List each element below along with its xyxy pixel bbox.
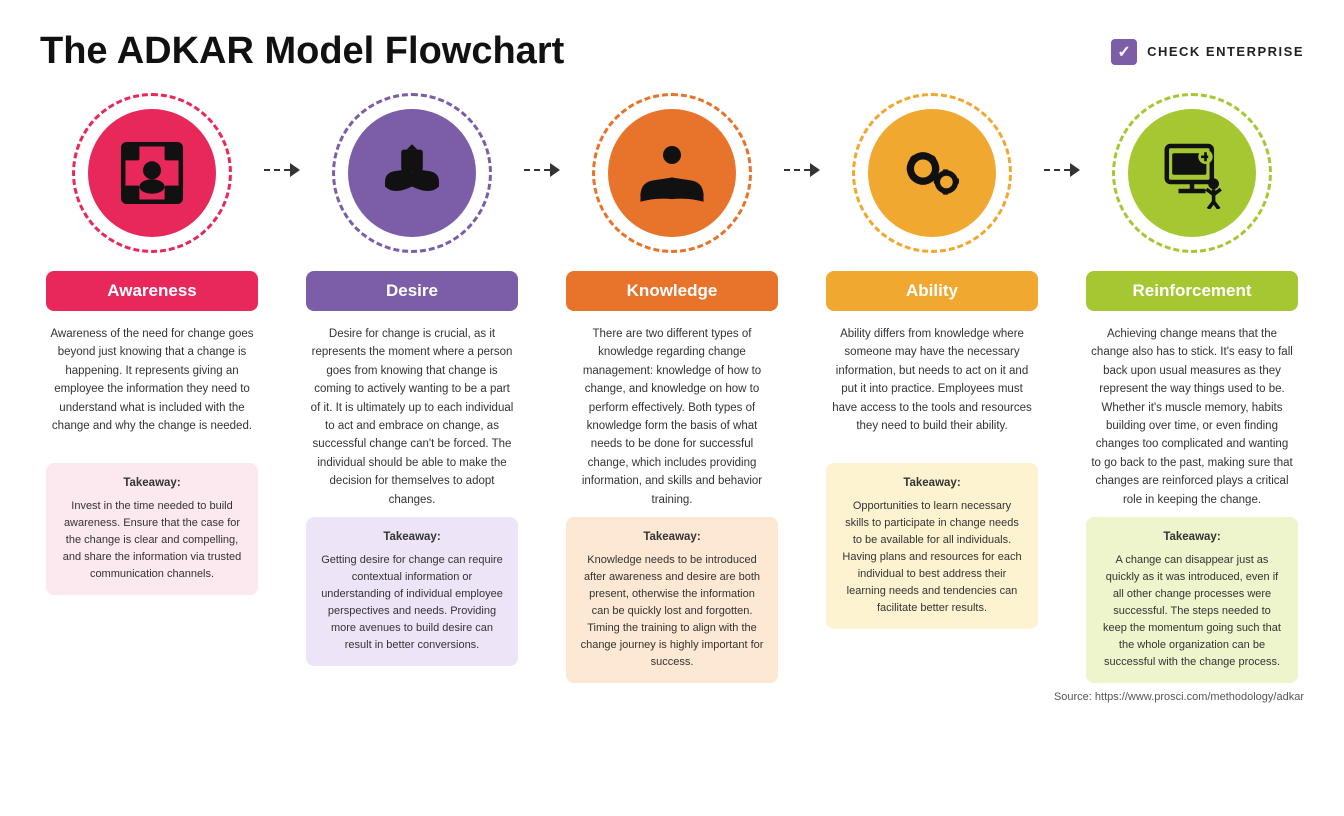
desire-description: Desire for change is crucial, as it repr… <box>306 325 518 509</box>
arrow-3 <box>784 93 820 177</box>
flowchart-row: Awareness Awareness of the need for chan… <box>40 93 1304 683</box>
reinforcement-takeaway-box: Takeaway: A change can disappear just as… <box>1086 517 1298 683</box>
arrowhead-1 <box>290 163 300 177</box>
knowledge-circle-inner <box>608 109 736 237</box>
ability-takeaway-text: Opportunities to learn necessary skills … <box>842 500 1021 614</box>
knowledge-label: Knowledge <box>566 271 778 311</box>
awareness-circle-inner <box>88 109 216 237</box>
ability-icon <box>896 137 968 209</box>
arrow-4 <box>1044 93 1080 177</box>
dashed-arrow-4 <box>1044 163 1080 177</box>
dashed-line-3 <box>784 169 810 171</box>
page-title: The ADKAR Model Flowchart <box>40 30 564 73</box>
ability-takeaway-title: Takeaway: <box>840 475 1024 493</box>
dashed-arrow-1 <box>264 163 300 177</box>
arrowhead-4 <box>1070 163 1080 177</box>
source-text: Source: https://www.prosci.com/methodolo… <box>40 691 1304 703</box>
knowledge-icon <box>636 137 708 209</box>
knowledge-circle-outer <box>592 93 752 253</box>
awareness-takeaway-text: Invest in the time needed to build aware… <box>63 500 242 580</box>
step-ability: Ability Ability differs from knowledge w… <box>820 93 1044 629</box>
arrow-1 <box>264 93 300 177</box>
reinforcement-description: Achieving change means that the change a… <box>1086 325 1298 509</box>
awareness-takeaway-box: Takeaway: Invest in the time needed to b… <box>46 463 258 595</box>
brand-icon: ✓ <box>1111 39 1137 65</box>
dashed-arrow-3 <box>784 163 820 177</box>
desire-circle-outer <box>332 93 492 253</box>
ability-label: Ability <box>826 271 1038 311</box>
awareness-label: Awareness <box>46 271 258 311</box>
dashed-arrow-2 <box>524 163 560 177</box>
knowledge-takeaway-text: Knowledge needs to be introduced after a… <box>581 554 764 668</box>
step-desire: Desire Desire for change is crucial, as … <box>300 93 524 666</box>
desire-icon <box>376 137 448 209</box>
desire-takeaway-text: Getting desire for change can require co… <box>321 554 503 651</box>
brand-area: ✓ CHECK ENTERPRISE <box>1111 39 1304 65</box>
dashed-line-1 <box>264 169 290 171</box>
ability-takeaway-box: Takeaway: Opportunities to learn necessa… <box>826 463 1038 629</box>
desire-label: Desire <box>306 271 518 311</box>
step-knowledge: Knowledge There are two different types … <box>560 93 784 683</box>
knowledge-description: There are two different types of knowled… <box>566 325 778 509</box>
reinforcement-icon <box>1156 137 1228 209</box>
page-header: The ADKAR Model Flowchart ✓ CHECK ENTERP… <box>40 30 1304 73</box>
step-awareness: Awareness Awareness of the need for chan… <box>40 93 264 595</box>
arrowhead-3 <box>810 163 820 177</box>
reinforcement-takeaway-text: A change can disappear just as quickly a… <box>1103 554 1281 668</box>
knowledge-takeaway-box: Takeaway: Knowledge needs to be introduc… <box>566 517 778 683</box>
awareness-takeaway-title: Takeaway: <box>60 475 244 493</box>
awareness-description: Awareness of the need for change goes be… <box>46 325 258 455</box>
dashed-line-2 <box>524 169 550 171</box>
desire-takeaway-box: Takeaway: Getting desire for change can … <box>306 517 518 666</box>
knowledge-takeaway-title: Takeaway: <box>580 529 764 547</box>
ability-circle-outer <box>852 93 1012 253</box>
arrowhead-2 <box>550 163 560 177</box>
desire-circle-inner <box>348 109 476 237</box>
brand-label: CHECK ENTERPRISE <box>1147 44 1304 59</box>
arrow-2 <box>524 93 560 177</box>
dashed-line-4 <box>1044 169 1070 171</box>
reinforcement-takeaway-title: Takeaway: <box>1100 529 1284 547</box>
reinforcement-label: Reinforcement <box>1086 271 1298 311</box>
ability-circle-inner <box>868 109 996 237</box>
step-reinforcement: Reinforcement Achieving change means tha… <box>1080 93 1304 683</box>
ability-description: Ability differs from knowledge where som… <box>826 325 1038 455</box>
reinforcement-circle-outer <box>1112 93 1272 253</box>
awareness-circle-outer <box>72 93 232 253</box>
reinforcement-circle-inner <box>1128 109 1256 237</box>
awareness-icon <box>116 137 188 209</box>
desire-takeaway-title: Takeaway: <box>320 529 504 547</box>
